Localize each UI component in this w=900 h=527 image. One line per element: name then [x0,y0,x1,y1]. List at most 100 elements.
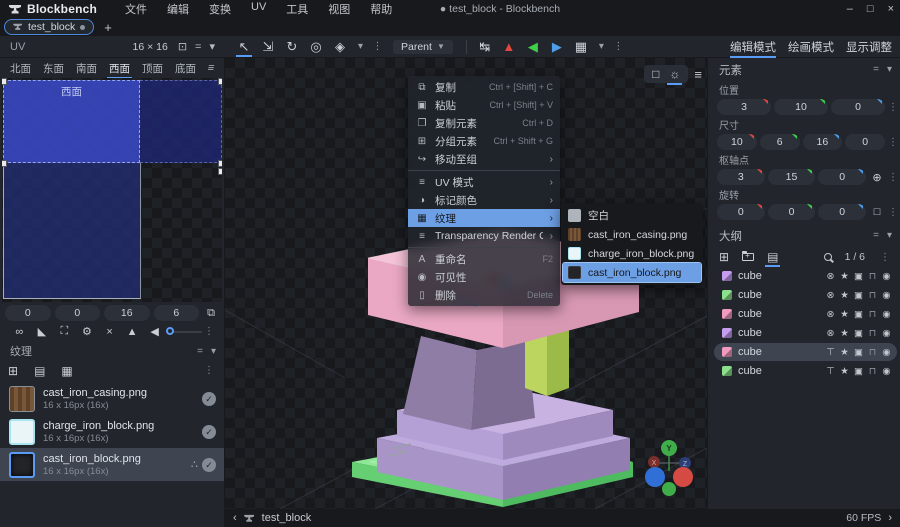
submenu-item-0[interactable]: 空白 [563,206,701,225]
menu-item-list[interactable]: ≡Transparency Render Order› [408,227,560,245]
actions-overflow-icon[interactable]: ⋮ [611,36,626,57]
eye-icon[interactable]: ◉ [881,290,892,301]
uv-handle-r2[interactable] [218,168,222,175]
camera-icon[interactable]: ▣ [853,309,864,320]
number-input[interactable]: 0 [768,204,816,220]
circle-x-icon[interactable]: ⊗ [825,309,836,320]
camera-icon[interactable]: ▣ [853,271,864,282]
menu-item-duplicate[interactable]: ❐复制元素Ctrl + D [408,114,560,132]
face-tab-2[interactable]: 南面 [70,58,103,79]
fill-bucket-icon[interactable]: ◣ [31,325,54,338]
number-input[interactable]: 0 [717,204,765,220]
flip-horizontal-icon[interactable]: ▲ [121,326,144,338]
pin-icon[interactable]: ⊤ [825,347,836,358]
submenu-item-2[interactable]: charge_iron_block.png [563,244,701,263]
number-input[interactable]: 3 [717,99,771,115]
uv-lower-face[interactable] [3,163,141,299]
move-tool-icon[interactable]: ↖ [233,36,255,57]
menu-item-move-to-group[interactable]: ↪移动至组› [408,150,560,168]
number-input[interactable]: 10 [717,134,757,150]
perspective-icon[interactable]: □ [652,67,659,81]
eye-icon[interactable]: ◉ [881,328,892,339]
outliner-cube-0[interactable]: cube⊗★▣⊓◉ [714,267,897,285]
element-menu-icon[interactable]: = [873,64,879,75]
texture-enabled-icon[interactable]: ✓ [202,458,216,472]
number-input[interactable]: 0 [818,169,866,185]
flip-z-icon[interactable]: ▶ [546,36,568,57]
uv-frame-icon[interactable]: ⊡ [178,37,187,57]
face-tab-5[interactable]: 底面 [169,58,202,79]
star-icon[interactable]: ★ [839,347,850,358]
camera-icon[interactable]: ▣ [853,290,864,301]
create-texture-icon[interactable]: ▤ [34,364,45,378]
menu-item-rename[interactable]: A重命名F2 [408,250,560,268]
menu-item-1[interactable]: 编辑 [157,0,199,19]
star-icon[interactable]: ★ [839,366,850,377]
viewport-menu-icon[interactable]: ≡ [694,67,701,82]
eye-icon[interactable]: ◉ [881,366,892,377]
texture-item-2[interactable]: cast_iron_block.png16 x 16px (16x)∴✓ [0,448,224,481]
circle-x-icon[interactable]: ⊗ [825,328,836,339]
number-input[interactable]: 15 [768,169,816,185]
vector-overflow-icon[interactable]: ⋮ [888,207,896,218]
texture-item-1[interactable]: charge_iron_block.png16 x 16px (16x)✓ [0,415,224,448]
textures-collapse-icon[interactable]: ▾ [211,346,216,357]
more-tools-icon[interactable]: ▾ [353,36,368,57]
uv-value-3[interactable]: 6 [154,305,200,321]
menu-item-copy[interactable]: ⧉复制Ctrl + [Shift] + C [408,78,560,96]
mode-tab-1[interactable]: 绘画模式 [788,36,834,58]
menu-item-paste[interactable]: ▣粘贴Ctrl + [Shift] + V [408,96,560,114]
mode-tab-2[interactable]: 显示调整 [846,36,892,58]
textures-menu-icon[interactable]: = [197,346,203,357]
lock-icon[interactable]: ⊓ [867,271,878,282]
submenu-item-1[interactable]: cast_iron_casing.png [563,225,701,244]
eye-icon[interactable]: ◉ [881,309,892,320]
textures-overflow-icon[interactable]: ⋮ [202,365,216,376]
element-collapse-icon[interactable]: ▾ [887,64,892,75]
number-input[interactable]: 0 [845,134,885,150]
star-icon[interactable]: ★ [839,309,850,320]
add-cube-icon[interactable]: ⊞ [719,250,729,264]
menu-item-visibility[interactable]: ◉可见性 [408,268,560,286]
outliner-cube-5[interactable]: cube⊤★▣⊓◉ [714,362,897,380]
lock-icon[interactable]: ⊓ [867,309,878,320]
resize-tool-icon[interactable]: ⇲ [257,36,279,57]
model-column[interactable] [403,336,535,430]
toggle-hierarchy-icon[interactable]: ▤ [767,250,778,264]
search-icon[interactable] [824,250,832,264]
menu-item-group[interactable]: ⊞分组元素Ctrl + Shift + G [408,132,560,150]
copy-uv-icon[interactable]: ⧉ [203,307,219,320]
lock-icon[interactable]: ⊓ [867,366,878,377]
uv-adjacent-face[interactable] [140,80,222,163]
flip-vertical-icon[interactable]: ◀ [143,325,166,338]
clear-uv-icon[interactable]: × [98,326,121,338]
close-button[interactable]: × [888,0,894,18]
uv-handle-tl[interactable] [2,78,7,85]
face-tab-4[interactable]: 顶面 [136,58,169,79]
maximize-button[interactable]: □ [867,0,874,18]
menu-item-4[interactable]: 工具 [276,0,318,19]
mirror-tool-icon[interactable]: ↹ [474,36,496,57]
texture-item-0[interactable]: cast_iron_casing.png16 x 16px (16x)✓ [0,382,224,415]
uv-value-0[interactable]: 0 [5,305,51,321]
outliner-cube-4[interactable]: cube⊤★▣⊓◉ [714,343,897,361]
status-back-icon[interactable]: ‹ [233,512,237,524]
menu-item-palette[interactable]: ◑标记颜色› [408,191,560,209]
eye-icon[interactable]: ◉ [881,347,892,358]
face-tab-3[interactable]: 西面 [103,58,136,79]
pivot-tool-icon[interactable]: ◎ [305,36,327,57]
outliner-overflow-icon[interactable]: ⋮ [878,252,892,263]
center-all-icon[interactable]: ▦ [570,36,592,57]
uv-handle-tr[interactable] [218,78,222,85]
uv-value-1[interactable]: 0 [55,305,101,321]
rotation-plane-icon[interactable]: □ [869,206,885,218]
circle-x-icon[interactable]: ⊗ [825,271,836,282]
viewport-3d[interactable]: □ ☼ ≡ ⧉复制Ctrl + [Shift] + C▣粘贴Ctrl + [Sh… [225,58,707,509]
texture-enabled-icon[interactable]: ✓ [202,392,216,406]
menu-item-delete[interactable]: ▯删除Delete [408,286,560,304]
menu-item-0[interactable]: 文件 [115,0,157,19]
new-tab-button[interactable]: + [104,20,112,35]
number-input[interactable]: 10 [774,99,828,115]
face-tab-0[interactable]: 北面 [4,58,37,79]
outliner-cube-1[interactable]: cube⊗★▣⊓◉ [714,286,897,304]
